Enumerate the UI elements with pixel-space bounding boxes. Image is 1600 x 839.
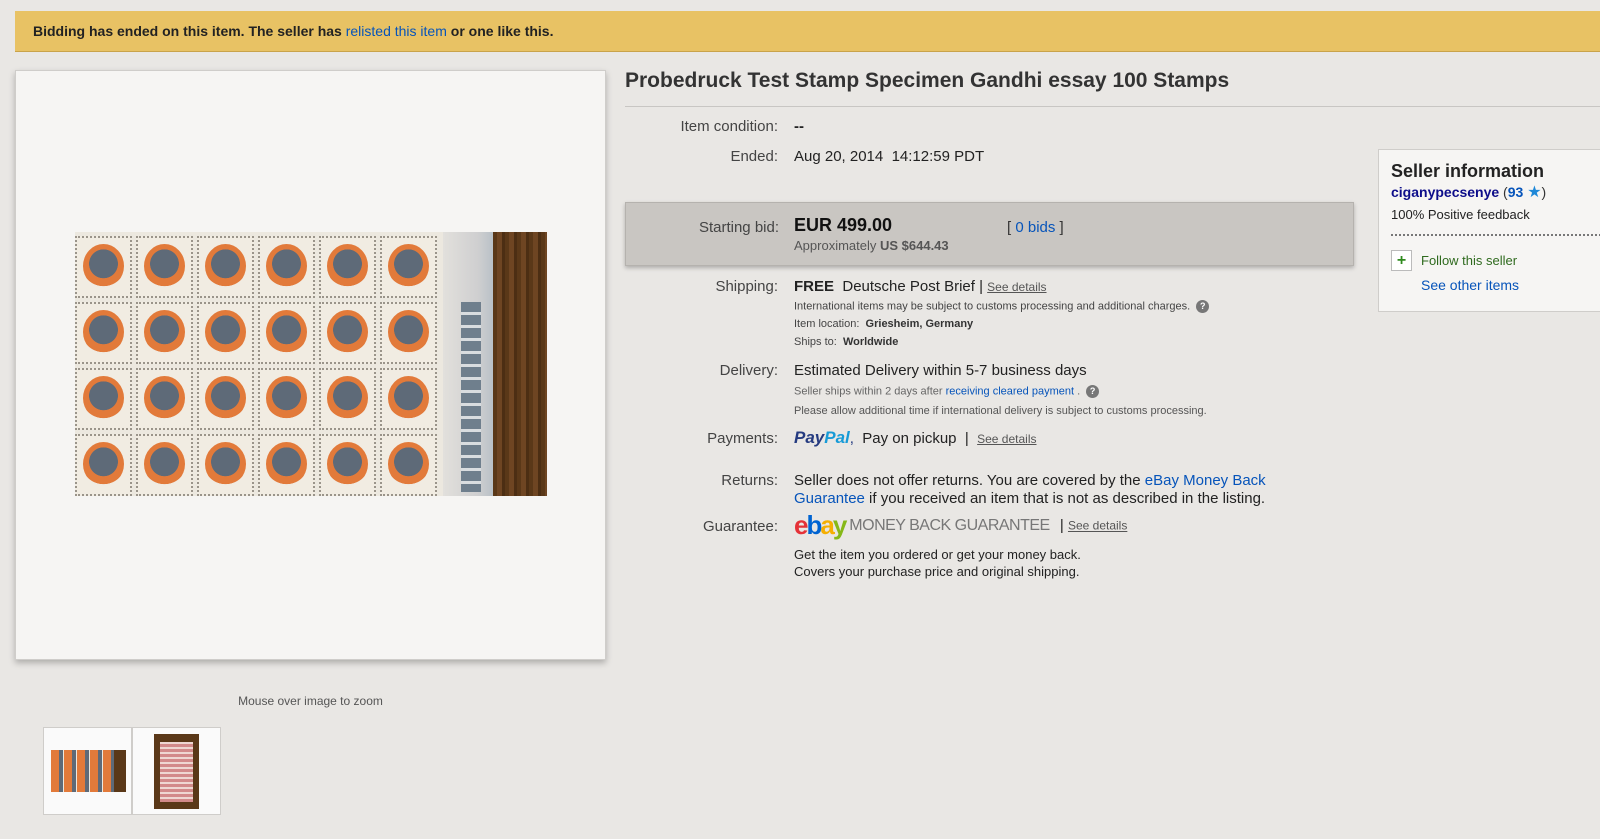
approx-value: US $644.43: [879, 238, 949, 253]
stamp-sheet-image: [75, 232, 443, 496]
shipping-method: Deutsche Post Brief |: [842, 278, 983, 295]
banner-text: Bidding has ended on this item. The sell…: [33, 23, 346, 39]
payments-see-details-link[interactable]: See details: [977, 432, 1036, 446]
payments-label: Payments:: [707, 430, 778, 447]
payments-separator: |: [964, 430, 969, 447]
thumbnail-1-image: [51, 750, 126, 792]
ebay-logo-b: b: [806, 510, 822, 540]
delivery-label: Delivery:: [719, 362, 778, 379]
shipping-see-details-link[interactable]: See details: [987, 280, 1046, 294]
seller-name-link[interactable]: ciganypecsenye: [1391, 184, 1499, 200]
delivery-value: Estimated Delivery within 5-7 business d…: [794, 362, 1087, 379]
payments-value: PayPal, Pay on pickup | See details: [794, 428, 1037, 447]
help-icon[interactable]: ?: [1086, 385, 1100, 398]
ended-value: Aug 20, 2014 14:12:59 PDT: [794, 148, 985, 165]
condition-value: --: [794, 118, 804, 135]
guarantee-label: Guarantee:: [702, 518, 778, 535]
ebay-logo-y: y: [832, 510, 848, 540]
seller-heading: Seller information: [1391, 161, 1545, 181]
item-location: Item location: Griesheim, Germany: [794, 318, 973, 330]
shipping-note: International items may be subject to cu…: [794, 300, 1210, 313]
help-icon[interactable]: ?: [1196, 300, 1210, 313]
relisted-link[interactable]: relisted this item: [346, 23, 447, 39]
location-label: Item location:: [794, 318, 860, 330]
pay-on-pickup: Pay on pickup: [862, 430, 957, 447]
paypal-logo-part2: Pal: [824, 428, 850, 447]
returns-text-end: if you received an item that is not as d…: [864, 490, 1266, 507]
bid-box: Starting bid: EUR 499.00 Approximately U…: [625, 202, 1354, 266]
condition-label: Item condition:: [680, 118, 778, 135]
star-icon: ★: [1527, 184, 1542, 201]
bids-close: ]: [1055, 219, 1064, 236]
starting-bid-price: EUR 499.00: [794, 215, 893, 235]
main-item-photo[interactable]: [75, 232, 547, 496]
feedback-open: (: [1499, 184, 1508, 200]
thumbnail-1[interactable]: [43, 727, 132, 815]
shipping-value: FREE Deutsche Post Brief | See details: [794, 278, 1047, 295]
thumbnail-2-image: [154, 734, 199, 809]
money-back-guarantee-text: MONEY BACK GUARANTEE: [849, 516, 1050, 534]
shipping-note-text: International items may be subject to cu…: [794, 300, 1191, 313]
returns-text: Seller does not offer returns. You are c…: [794, 472, 1145, 489]
ships-to-value: Worldwide: [842, 336, 899, 348]
ships-to-label: Ships to:: [794, 336, 837, 348]
approx-price: Approximately US $644.43: [794, 238, 949, 253]
thumbnail-2[interactable]: [132, 727, 221, 815]
positive-feedback: 100% Positive feedback: [1391, 207, 1530, 222]
ebay-logo: ebay: [794, 510, 848, 540]
seller-divider: [1391, 234, 1600, 236]
ebay-logo-e: e: [794, 510, 809, 540]
delivery-note: Seller ships within 2 days after receivi…: [794, 385, 1100, 398]
guarantee-line-1: Get the item you ordered or get your mon…: [794, 547, 1081, 562]
see-other-items-link[interactable]: See other items: [1421, 277, 1519, 293]
bid-count: [ 0 bids ]: [1007, 219, 1064, 236]
shipping-free: FREE: [794, 278, 835, 295]
seller-name-row: ciganypecsenye (93 ★): [1391, 182, 1546, 202]
ships-to: Ships to: Worldwide: [794, 336, 898, 348]
ebay-logo-a: a: [820, 510, 835, 540]
returns-value: Seller does not offer returns. You are c…: [794, 472, 1294, 508]
seller-info-box: Seller information ciganypecsenye (93 ★)…: [1378, 149, 1600, 312]
sheet-margin-numbers: [461, 302, 481, 492]
guarantee-badge: ebay MONEY BACK GUARANTEE | See details: [794, 510, 1127, 541]
cleared-payment-link[interactable]: receiving cleared payment: [946, 385, 1074, 397]
shipping-label: Shipping:: [715, 278, 778, 295]
delivery-note-2: Please allow additional time if internat…: [794, 405, 1207, 417]
delivery-note-suffix: .: [1074, 385, 1081, 398]
feedback-score-link[interactable]: 93: [1508, 184, 1524, 200]
banner-text-end: or one like this.: [446, 23, 554, 39]
bid-history-link[interactable]: 0 bids: [1015, 219, 1055, 236]
returns-label: Returns:: [721, 472, 778, 489]
plus-icon[interactable]: +: [1391, 250, 1412, 271]
guarantee-line-2: Covers your purchase price and original …: [794, 564, 1080, 579]
paypal-logo: PayPal: [794, 428, 850, 447]
paypal-logo-part1: Pay: [794, 428, 825, 447]
wood-background: [493, 232, 547, 496]
approx-prefix: Approximately: [794, 238, 880, 253]
zoom-hint: Mouse over image to zoom: [238, 694, 383, 708]
item-title: Probedruck Test Stamp Specimen Gandhi es…: [625, 69, 1600, 107]
ended-banner: Bidding has ended on this item. The sell…: [15, 11, 1600, 52]
ended-label: Ended:: [730, 148, 778, 165]
guarantee-see-details-link[interactable]: See details: [1068, 519, 1127, 533]
guarantee-separator: |: [1059, 517, 1064, 534]
feedback-close: ): [1541, 184, 1547, 200]
starting-bid-label: Starting bid:: [698, 219, 779, 236]
location-value: Griesheim, Germany: [865, 318, 974, 330]
delivery-note-prefix: Seller ships within 2 days after: [794, 385, 946, 398]
follow-seller-link[interactable]: Follow this seller: [1421, 253, 1517, 268]
main-image-panel[interactable]: [15, 70, 606, 660]
